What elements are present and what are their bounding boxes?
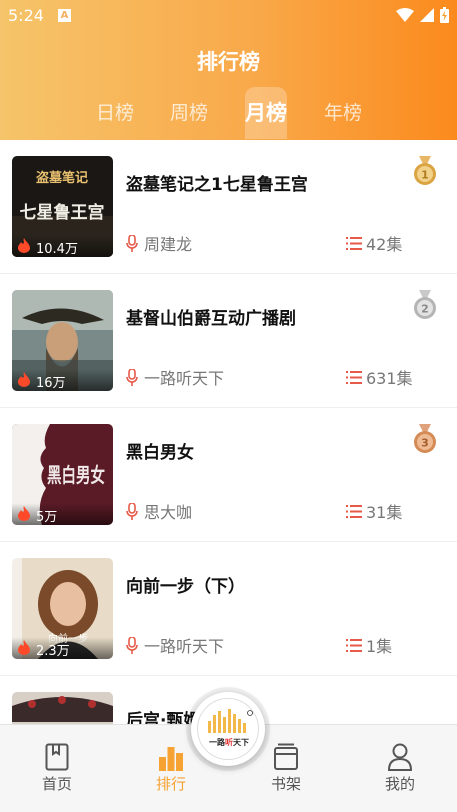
episode-count: 42集 — [366, 235, 403, 254]
microphone-icon — [126, 234, 138, 252]
item-title[interactable]: 黑白男女 — [126, 438, 194, 463]
author-name: 一路听天下 — [144, 369, 225, 388]
nav-bookshelf-label: 书架 — [270, 775, 301, 793]
episode-count: 31集 — [366, 503, 403, 522]
item-title[interactable]: 基督山伯爵互动广播剧 — [126, 304, 296, 329]
play-count: 16万 — [12, 369, 113, 391]
item-episodes: 631集 — [346, 365, 413, 389]
nav-home[interactable]: 首页 — [22, 741, 92, 794]
logo-text-b: 听 — [225, 738, 233, 747]
list-item[interactable]: 16万 基督山伯爵互动广播剧 一路听天下 631集 2 — [0, 274, 457, 408]
item-episodes: 42集 — [346, 231, 402, 255]
bar-chart-icon — [159, 747, 183, 771]
list-item[interactable]: 向前一步 2.3万 向前一步（下） 一路听天下 1集 — [0, 542, 457, 676]
play-count: 2.3万 — [12, 637, 113, 659]
logo-text-a: 一路 — [209, 738, 225, 747]
fire-icon — [18, 506, 30, 521]
nav-bookshelf[interactable]: 书架 — [251, 741, 321, 794]
signal-icon — [420, 8, 434, 22]
episode-count: 631集 — [366, 369, 413, 388]
logo-text-c: 天下 — [233, 738, 249, 747]
play-count-text: 10.4万 — [36, 242, 78, 257]
item-author: 思大咖 — [126, 499, 192, 523]
user-icon — [387, 743, 413, 771]
book-cover[interactable]: 向前一步 2.3万 — [12, 558, 113, 659]
fire-icon — [18, 238, 30, 253]
item-title[interactable]: 盗墓笔记之1七星鲁王宫 — [126, 170, 308, 195]
bookshelf-icon — [274, 743, 298, 770]
rank-medal-icon: 3 — [414, 424, 436, 453]
rank-medal-icon: 2 — [414, 290, 436, 319]
nav-profile[interactable]: 我的 — [365, 741, 435, 794]
list-item[interactable]: 黑白男女 5万 黑白男女 思大咖 31集 3 — [0, 408, 457, 542]
tab-daily[interactable]: 日榜 — [86, 87, 144, 139]
status-time: 5:24 — [8, 6, 44, 25]
book-cover[interactable]: 黑白男女 5万 — [12, 424, 113, 525]
period-tabs: 日榜 周榜 月榜 年榜 — [0, 87, 457, 139]
fire-icon — [18, 372, 30, 387]
item-title[interactable]: 向前一步（下） — [126, 572, 245, 597]
microphone-icon — [126, 636, 138, 654]
nav-home-label: 首页 — [41, 775, 72, 793]
play-count-text: 2.3万 — [36, 644, 70, 659]
list-item[interactable]: 盗墓笔记 七星鲁王宫 10.4万 盗墓笔记之1七星鲁王宫 周建龙 42集 1 — [0, 140, 457, 274]
microphone-icon — [126, 368, 138, 386]
microphone-icon — [126, 502, 138, 520]
author-name: 思大咖 — [144, 503, 193, 522]
list-icon — [346, 370, 362, 384]
player-fab-button[interactable]: 一路听天下 — [191, 692, 265, 766]
play-count-text: 5万 — [36, 510, 58, 525]
tab-monthly[interactable]: 月榜 — [245, 87, 287, 139]
tab-weekly[interactable]: 周榜 — [160, 87, 218, 139]
rank-number: 3 — [421, 437, 429, 450]
nav-ranking[interactable]: 排行 — [136, 741, 206, 794]
wifi-icon — [396, 8, 414, 22]
play-count-text: 16万 — [36, 376, 66, 391]
book-icon — [45, 743, 69, 771]
book-cover[interactable]: 盗墓笔记 七星鲁王宫 10.4万 — [12, 156, 113, 257]
rank-number: 2 — [421, 303, 429, 316]
rank-medal-icon: 1 — [414, 156, 436, 185]
list-icon — [346, 638, 362, 652]
notification-icon: A — [58, 9, 71, 22]
cover-text-main: 七星鲁王宫 — [20, 202, 105, 223]
nav-ranking-label: 排行 — [155, 775, 186, 793]
item-author: 一路听天下 — [126, 365, 224, 389]
status-bar: 5:24 A — [0, 0, 457, 32]
battery-icon — [440, 7, 449, 23]
author-name: 一路听天下 — [144, 637, 225, 656]
rank-number: 1 — [421, 169, 429, 182]
logo-text: 一路听天下 — [198, 737, 260, 748]
nav-profile-label: 我的 — [384, 775, 415, 793]
fire-icon — [18, 640, 30, 655]
page-title: 排行榜 — [197, 50, 260, 74]
book-cover[interactable]: 16万 — [12, 290, 113, 391]
item-author: 周建龙 — [126, 231, 192, 255]
list-icon — [346, 236, 362, 250]
item-author: 一路听天下 — [126, 633, 224, 657]
play-count: 10.4万 — [12, 235, 113, 257]
play-count: 5万 — [12, 503, 113, 525]
cover-text-top: 盗墓笔记 — [36, 170, 88, 186]
tab-yearly[interactable]: 年榜 — [314, 87, 372, 139]
header: 5:24 A 排行榜 日榜 周榜 月榜 年榜 — [0, 0, 457, 140]
cover-text-main: 黑白男女 — [47, 463, 105, 487]
item-episodes: 1集 — [346, 633, 392, 657]
episode-count: 1集 — [366, 637, 393, 656]
equalizer-icon — [208, 709, 253, 733]
item-episodes: 31集 — [346, 499, 402, 523]
list-icon — [346, 504, 362, 518]
app-logo: 一路听天下 — [197, 698, 259, 760]
system-icons — [396, 6, 449, 24]
author-name: 周建龙 — [144, 235, 193, 254]
